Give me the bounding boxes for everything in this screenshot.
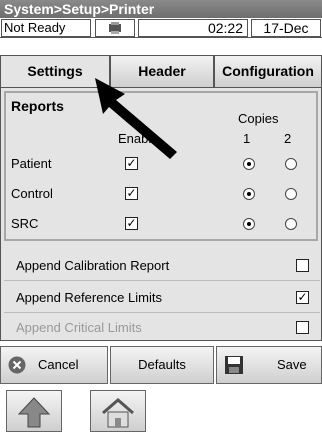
report-row-patient-label: Patient — [11, 156, 52, 171]
up-arrow-icon — [17, 397, 51, 428]
append-reference-label: Append Reference Limits — [16, 290, 162, 305]
patient-copies-1-radio[interactable] — [243, 158, 255, 170]
src-copies-1-radio[interactable] — [243, 218, 255, 230]
copies-1-heading: 1 — [243, 131, 251, 146]
append-calibration-label: Append Calibration Report — [16, 258, 170, 273]
enable-heading: Enable — [118, 131, 159, 146]
src-copies-2-radio[interactable] — [285, 218, 297, 230]
append-critical-checkbox[interactable] — [296, 321, 309, 334]
patient-copies-2-radio[interactable] — [285, 158, 297, 170]
save-label: Save — [277, 357, 307, 372]
tab-header[interactable]: Header — [110, 55, 214, 87]
clock-time: 02:22 — [138, 19, 248, 37]
control-copies-1-radio[interactable] — [243, 188, 255, 200]
append-reference-checkbox[interactable]: ✓ — [296, 291, 309, 304]
up-button[interactable] — [6, 390, 62, 432]
save-button[interactable]: Save — [216, 346, 322, 384]
defaults-button[interactable]: Defaults — [110, 346, 214, 384]
tab-bar: Settings Header Configuration — [0, 55, 322, 87]
report-row-src-label: SRC — [11, 216, 39, 231]
report-row-control-label: Control — [11, 186, 53, 201]
status-bar: Not Ready 02:22 17-Dec — [0, 18, 322, 38]
navigation-bar — [0, 390, 322, 432]
reports-group: Reports Copies Enable 1 2 Patient ✓ Cont… — [4, 91, 318, 241]
home-icon — [102, 398, 134, 428]
control-copies-2-radio[interactable] — [285, 188, 297, 200]
action-bar: Cancel Defaults Save — [0, 346, 322, 384]
home-button[interactable] — [90, 390, 146, 432]
src-enable-checkbox[interactable]: ✓ — [125, 217, 138, 230]
breadcrumb: System>Setup>Printer — [0, 0, 322, 18]
cancel-label: Cancel — [38, 357, 79, 372]
patient-enable-checkbox[interactable]: ✓ — [125, 157, 138, 170]
reports-heading: Reports — [11, 98, 64, 114]
append-critical-label: Append Critical Limits — [16, 320, 142, 335]
save-icon — [225, 356, 243, 374]
append-calibration-checkbox[interactable] — [296, 259, 309, 272]
divider — [4, 312, 320, 313]
copies-2-heading: 2 — [284, 131, 292, 146]
tab-settings[interactable]: Settings — [0, 55, 110, 87]
clock-date: 17-Dec — [251, 19, 321, 37]
copies-heading: Copies — [238, 111, 279, 126]
cancel-icon — [8, 356, 26, 374]
status-text: Not Ready — [1, 19, 91, 37]
cancel-button[interactable]: Cancel — [0, 346, 108, 384]
tab-configuration[interactable]: Configuration — [214, 55, 322, 87]
settings-panel: Reports Copies Enable 1 2 Patient ✓ Cont… — [0, 87, 322, 341]
control-enable-checkbox[interactable]: ✓ — [125, 187, 138, 200]
printer-status-icon — [95, 19, 135, 37]
divider — [4, 280, 320, 281]
